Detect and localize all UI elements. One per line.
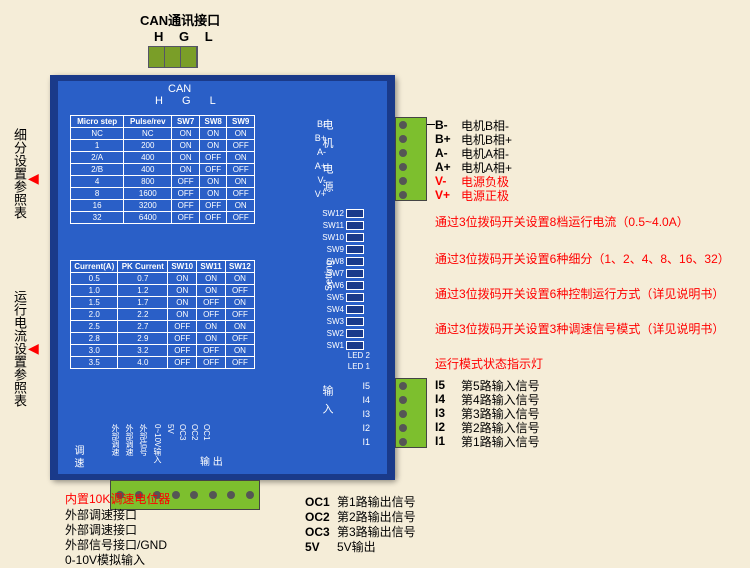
input-annotations: I5第5路输入信号I4第4路输入信号I3第3路输入信号I2第2路输入信号I1第1…: [435, 378, 540, 448]
dip-sw10[interactable]: SW10: [318, 231, 370, 243]
input-label: 输 入: [319, 385, 335, 416]
dip-sw1[interactable]: SW1: [318, 339, 370, 351]
board-hgl-label: H G L: [155, 95, 224, 107]
microstep-ref-label: 细分设置参照表: [10, 128, 29, 219]
can-connector: [148, 46, 198, 68]
can-top-area: CAN通讯接口 H G L: [140, 10, 220, 68]
driver-board: CAN H G L Micro stepPulse/revSW7SW8SW9NC…: [50, 75, 395, 480]
sw-annotation-4: 通过3位拨码开关设置3种调速信号模式（详见说明书）: [435, 320, 724, 337]
pot-label: 内置10K调速电位器: [65, 490, 170, 505]
arrow-current: ◀: [28, 340, 39, 357]
sw-annotation-2: 通过3位拨码开关设置6种细分（1、2、4、8、16、32）: [435, 250, 730, 267]
side-terminals: B-B+A-A+V-V+: [309, 117, 365, 201]
current-table: Current(A)PK CurrentSW10SW11SW120.50.7ON…: [70, 260, 255, 369]
dip-sw2[interactable]: SW2: [318, 327, 370, 339]
sw-annotation-1: 通过3位拨码开关设置8档运行电流（0.5~4.0A）: [435, 215, 689, 229]
input-terminals: I5I4I3I2I1: [362, 379, 370, 449]
board-can-label: CAN: [168, 83, 191, 95]
dip-sw6[interactable]: SW6: [318, 279, 370, 291]
dip-sw9[interactable]: SW9: [318, 243, 370, 255]
leds: LED 2LED 1: [348, 351, 370, 373]
led-annotation: 运行模式状态指示灯: [435, 355, 543, 372]
motor-connector: [395, 117, 427, 201]
dip-sw8[interactable]: SW8: [318, 255, 370, 267]
motor-annotations: B-电机B相-B+电机B相+A-电机A相-A+电机A相+V-电源负极V+电源正极: [435, 118, 512, 202]
dip-sw5[interactable]: SW5: [318, 291, 370, 303]
sw-annotation-3: 通过3位拨码开关设置6种控制运行方式（详见说明书）: [435, 285, 724, 302]
arrow-microstep: ◀: [28, 170, 39, 187]
dip-sw3[interactable]: SW3: [318, 315, 370, 327]
dip-sw4[interactable]: SW4: [318, 303, 370, 315]
hgl-label: H G L: [140, 29, 220, 44]
dip-sw11[interactable]: SW11: [318, 219, 370, 231]
bottom-pins: 外部调速外部调速外部信号0~10V输入5VOC3OC2OC1: [110, 424, 214, 472]
can-comm-label: CAN通讯接口: [140, 10, 220, 29]
dip-sw7[interactable]: SW7: [318, 267, 370, 279]
microstep-table: Micro stepPulse/revSW7SW8SW9NCNCONONON12…: [70, 115, 255, 224]
lead-line: [427, 124, 435, 125]
dip-sw12[interactable]: SW12: [318, 207, 370, 219]
current-ref-label: 运行电流设置参照表: [10, 290, 29, 407]
input-connector: [395, 378, 427, 448]
dip-switches: SW12SW11SW10SW9SW8SW7SW6SW5SW4SW3SW2SW1: [318, 207, 370, 351]
speed-label: 调 速: [70, 445, 85, 468]
output-annotations: OC1第1路输出信号OC2第2路输出信号OC3第3路输出信号5V5V输出: [305, 493, 416, 553]
bottom-left-annotations: 外部调速接口外部调速接口外部信号接口/GND0-10V模拟输入: [65, 506, 167, 566]
